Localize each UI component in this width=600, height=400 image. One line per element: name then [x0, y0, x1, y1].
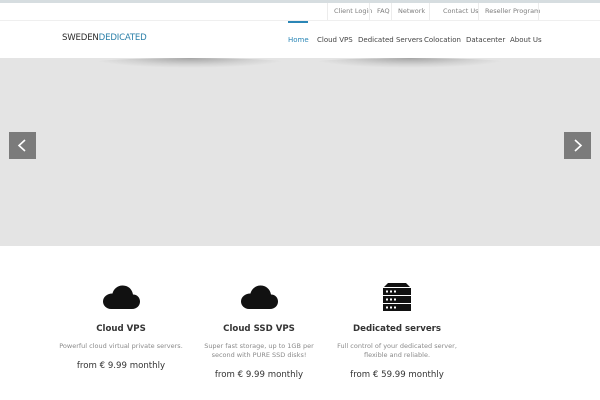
utility-divider [327, 3, 328, 20]
server-rack-icon [383, 283, 411, 311]
utility-divider [429, 3, 430, 20]
chevron-left-icon[interactable] [9, 132, 36, 159]
feature-description: Full control of your dedicated server, f… [337, 342, 457, 359]
utility-divider [391, 3, 392, 20]
contact-us-link[interactable]: Contact Us [443, 7, 479, 15]
header-shadow [90, 58, 290, 68]
main-header: SWEDENDEDICATED Home Cloud VPS Dedicated… [0, 20, 600, 58]
nav-active-indicator [288, 21, 308, 23]
feature-price[interactable]: from € 9.99 monthly [46, 361, 196, 371]
nav-item-about-us[interactable]: About Us [510, 36, 542, 44]
header-shadow [310, 58, 510, 68]
site-logo[interactable]: SWEDENDEDICATED [62, 33, 147, 43]
utility-divider [538, 3, 539, 20]
nav-item-colocation[interactable]: Colocation [424, 36, 461, 44]
feature-description: Super fast storage, up to 1GB per second… [204, 342, 314, 359]
utility-bar: Client Login FAQ Network Contact Us Rese… [0, 3, 600, 20]
logo-text-sweden: SWEDEN [62, 33, 99, 43]
feature-price[interactable]: from € 59.99 monthly [322, 370, 472, 380]
nav-item-datacenter[interactable]: Datacenter [466, 36, 505, 44]
utility-divider [478, 3, 479, 20]
reseller-program-link[interactable]: Reseller Program [485, 7, 540, 15]
feature-description: Powerful cloud virtual private servers. [59, 342, 183, 350]
client-login-link[interactable]: Client Login [334, 7, 372, 15]
cloud-icon [241, 285, 278, 309]
nav-item-cloud-vps[interactable]: Cloud VPS [317, 36, 353, 44]
nav-item-dedicated-servers[interactable]: Dedicated Servers [358, 36, 423, 44]
features-section: Cloud VPS Powerful cloud virtual private… [0, 246, 600, 400]
utility-divider [369, 3, 370, 20]
chevron-right-icon[interactable] [564, 132, 591, 159]
feature-price[interactable]: from € 9.99 monthly [184, 370, 334, 380]
network-link[interactable]: Network [398, 7, 425, 15]
cloud-icon [103, 285, 140, 309]
hero-slider [0, 58, 600, 246]
feature-title: Cloud VPS [96, 324, 146, 334]
logo-text-dedicated: DEDICATED [98, 33, 147, 43]
feature-title: Cloud SSD VPS [223, 324, 295, 334]
nav-item-home[interactable]: Home [288, 36, 309, 44]
feature-title: Dedicated servers [353, 324, 441, 334]
faq-link[interactable]: FAQ [377, 7, 390, 15]
